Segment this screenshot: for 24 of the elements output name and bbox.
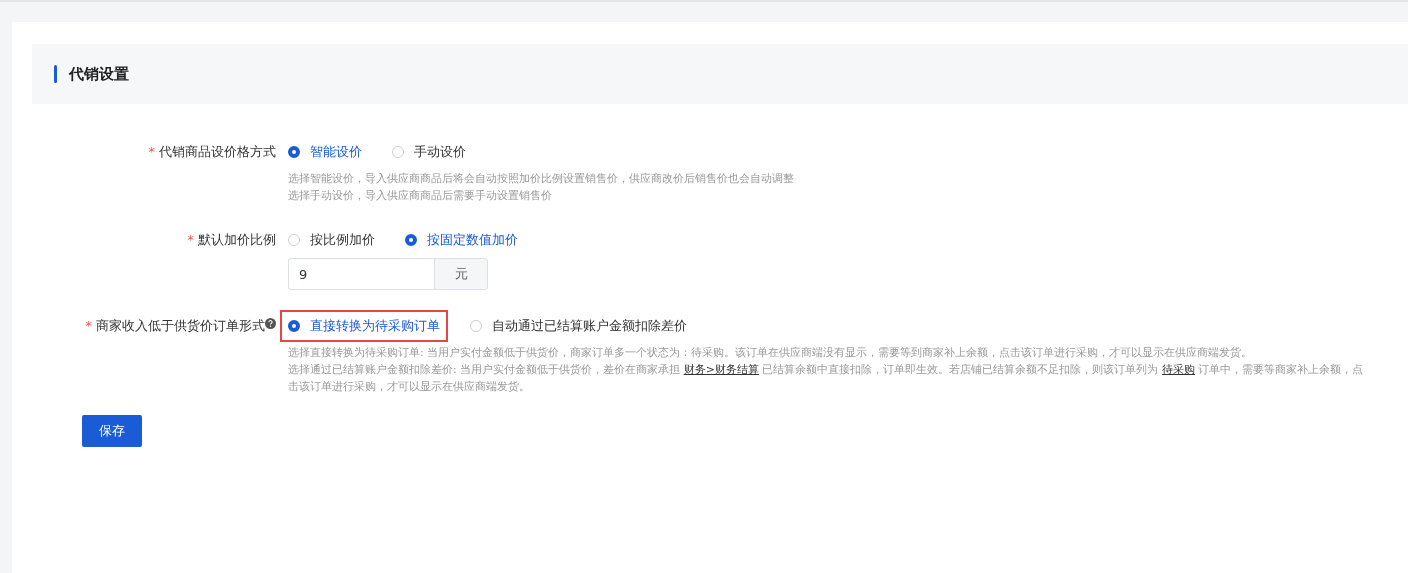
field-label: 代销商品设价格方式 — [159, 143, 276, 161]
help-text: 选择直接转换为待采购订单: 当用户实付金额低于供货价，商家订单多一个状态为：待采购。该订单在供应商端没有显示，需要等到商家补上余额，点击该订单进行采购，才可以显示在供应商端发货。 — [288, 345, 1254, 361]
field-label: 默认加价比例 — [198, 231, 276, 249]
accent-bar — [54, 65, 57, 83]
help-text: 选择通过已结算账户金额扣除差价: 当用户实付金额低于供货价，差价在商家承担 财务>财务结算 已结算余额中直接扣除，订单即生效。若店铺已结算余额不足扣除，则该订单列为 待采购 订单中，需要等商家补上余额，点击该订单进行采购，才可以显示在供应商端发货。 — [288, 362, 1365, 395]
help-text: 选择智能设价，导入供应商商品后将会自动按照加价比例设置销售价，供应商改价后销售价也会自动调整 — [288, 171, 795, 187]
radio-option[interactable]: 自动通过已结算账户金额扣除差价 — [470, 316, 687, 336]
radio-option[interactable]: 按比例加价 — [288, 230, 375, 250]
radio-option[interactable]: 智能设价 — [288, 142, 362, 162]
required-mark: * — [85, 317, 92, 335]
help-icon[interactable] — [265, 318, 276, 329]
text-link[interactable]: 财务>财务结算 — [683, 363, 759, 376]
field-label: 商家收入低于供货价订单形式 — [96, 317, 265, 335]
radio-option[interactable]: 手动设价 — [392, 142, 466, 162]
help-text: 选择手动设价，导入供应商商品后需要手动设置销售价 — [288, 188, 553, 204]
amount-input[interactable]: 9 — [288, 258, 434, 290]
required-mark: * — [187, 231, 194, 249]
save-button[interactable]: 保存 — [82, 415, 142, 447]
section-title: 代销设置 — [69, 64, 129, 84]
required-mark: * — [148, 143, 155, 161]
radio-option[interactable]: 直接转换为待采购订单 — [280, 310, 448, 342]
text-link[interactable]: 待采购 — [1161, 363, 1195, 376]
unit-suffix: 元 — [434, 258, 488, 290]
radio-option[interactable]: 按固定数值加价 — [405, 230, 518, 250]
